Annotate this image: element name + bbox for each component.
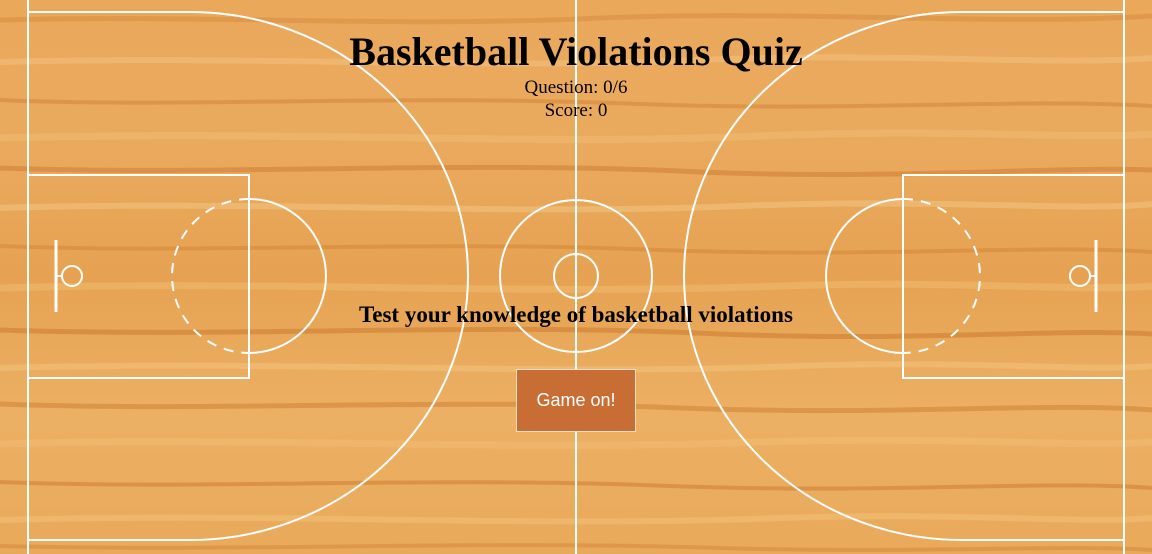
question-counter: Question: 0/6 (524, 77, 628, 98)
quiz-subtitle: Test your knowledge of basketball violat… (359, 302, 793, 327)
page-title: Basketball Violations Quiz (349, 29, 803, 74)
score-display: Score: 0 (544, 100, 608, 121)
quiz-header: Basketball Violations Quiz Question: 0/6… (0, 28, 1152, 122)
start-quiz-button[interactable]: Game on! (516, 369, 636, 432)
